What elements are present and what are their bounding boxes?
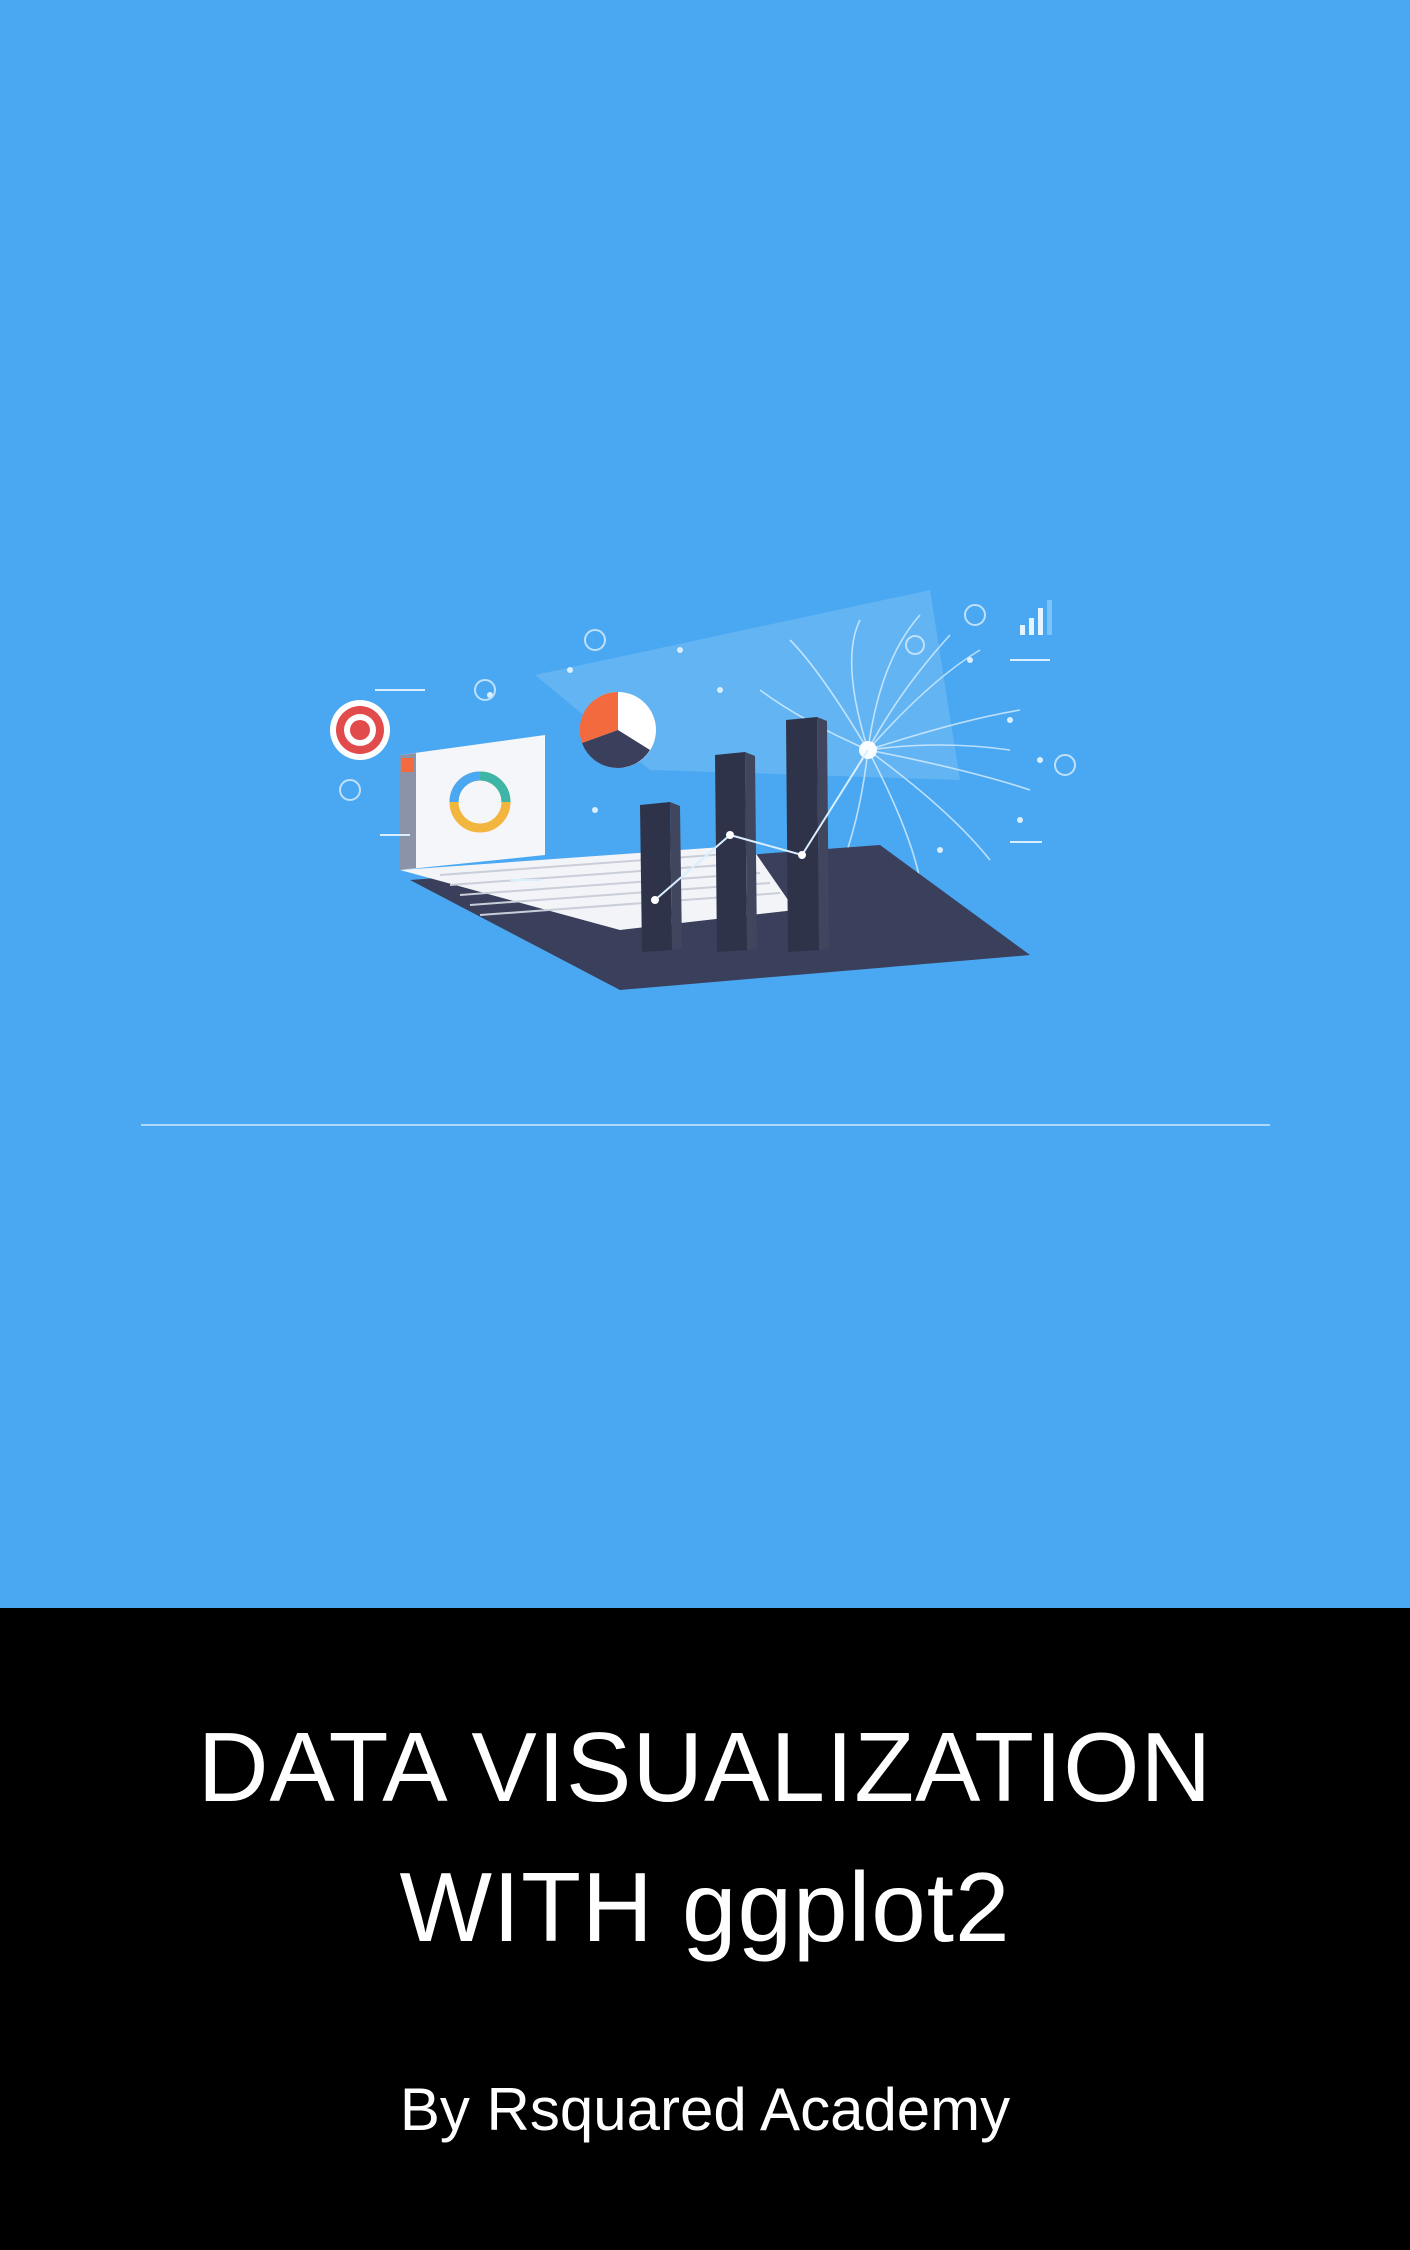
pie-chart-icon xyxy=(579,691,656,768)
dashboard-card-icon xyxy=(400,735,545,870)
divider-line xyxy=(141,1124,1270,1126)
analytics-dashboard-illustration xyxy=(330,590,1076,990)
book-cover: DATA VISUALIZATION WITH ggplot2 By Rsqua… xyxy=(0,0,1410,2250)
author-credit: By Rsquared Academy xyxy=(399,2076,1011,2143)
book-title-line-1: DATA VISUALIZATION xyxy=(197,1712,1213,1822)
mini-bars-icon xyxy=(1020,600,1052,635)
target-icon xyxy=(330,700,390,760)
cover-top-panel xyxy=(0,0,1410,1608)
book-title-line-2: WITH ggplot2 xyxy=(399,1852,1011,1962)
